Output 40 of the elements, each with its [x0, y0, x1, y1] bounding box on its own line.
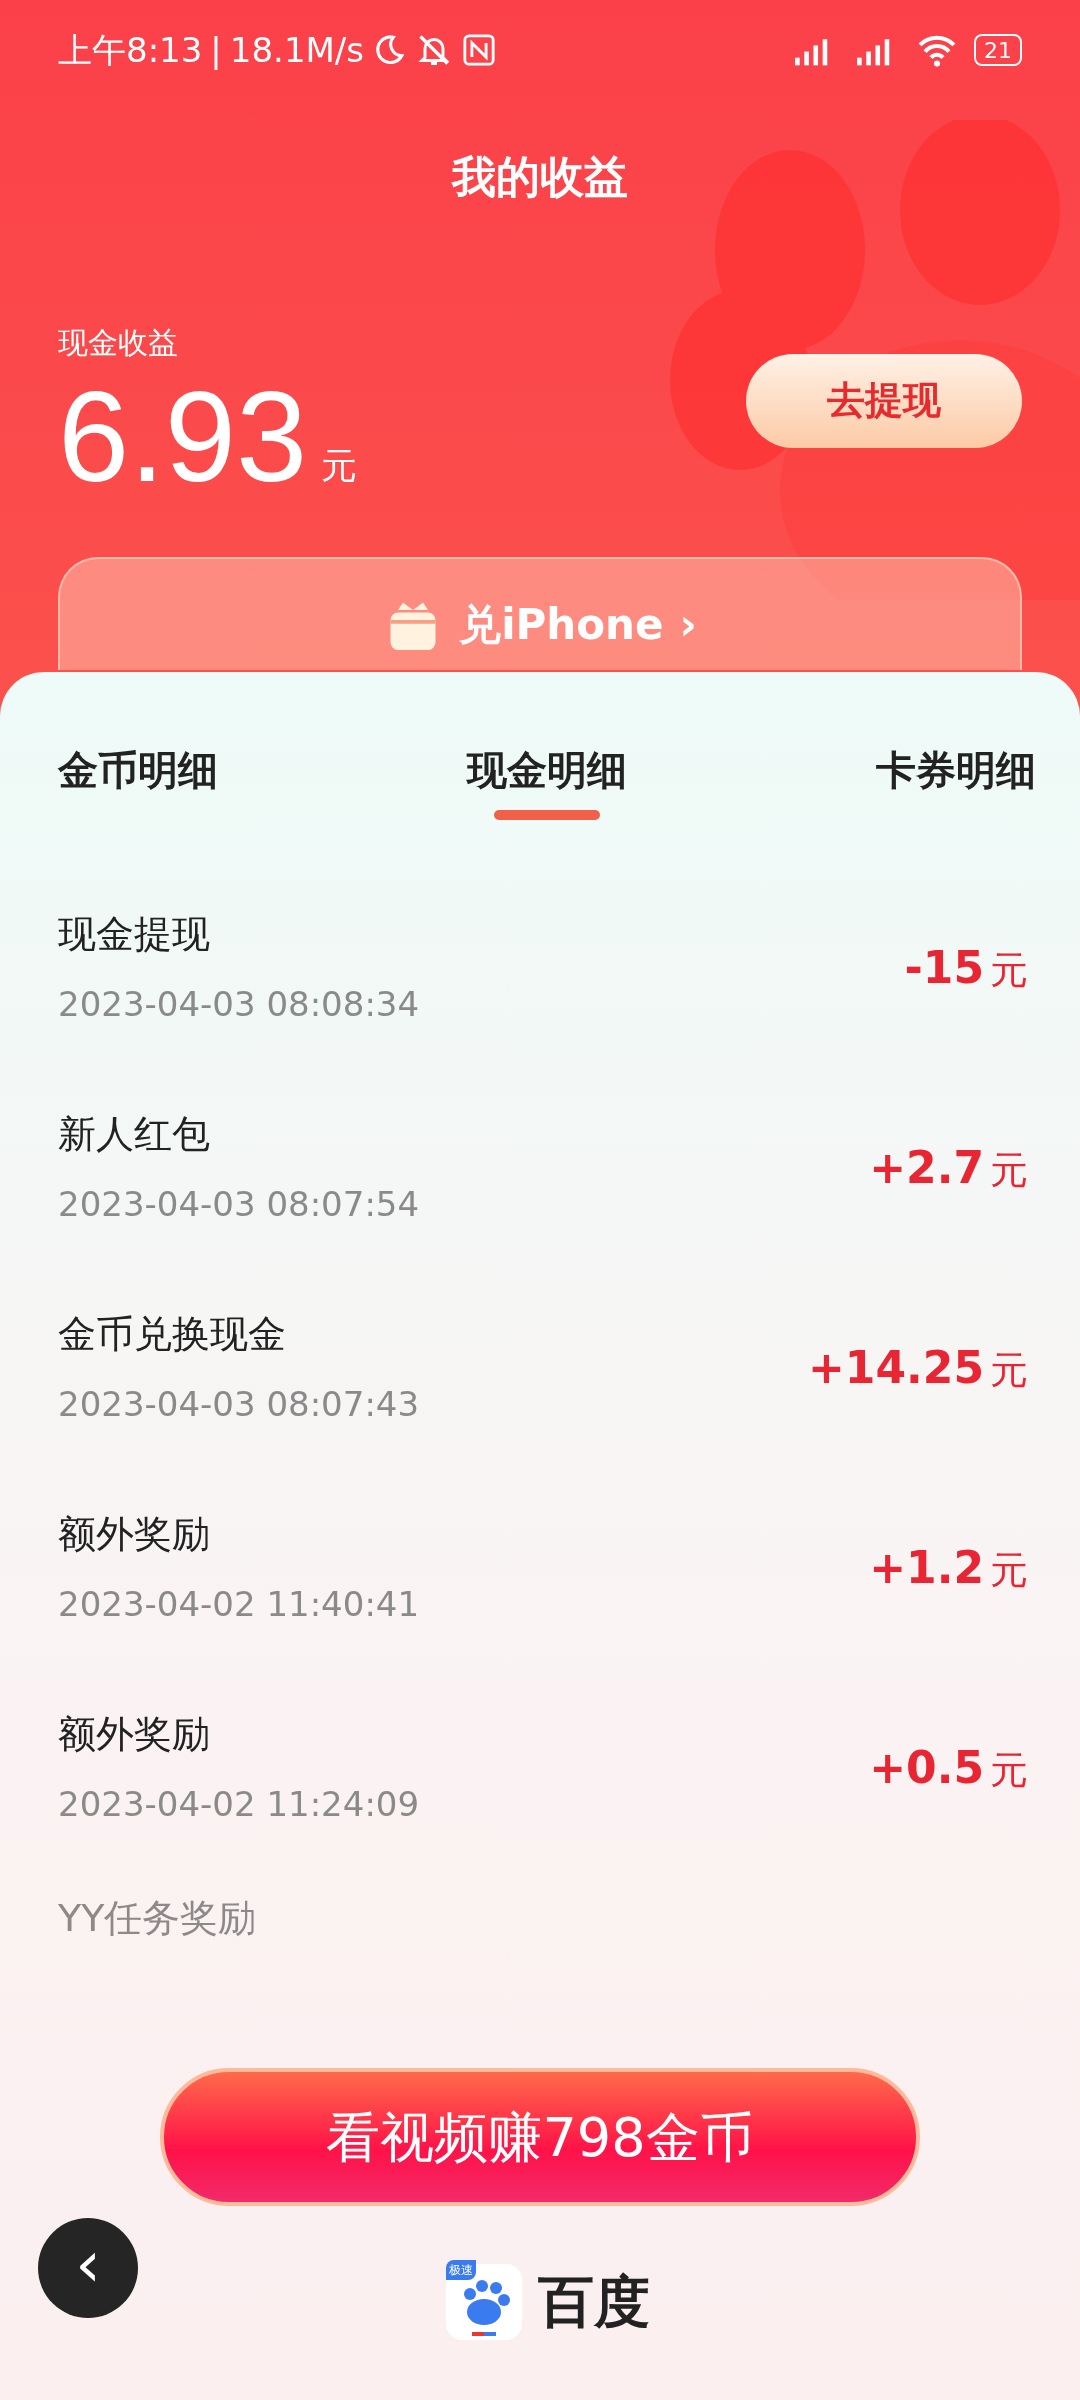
record-time: 2023-04-02 11:40:41: [58, 1583, 420, 1626]
brand-name: 百度: [538, 2268, 650, 2336]
watch-video-button[interactable]: 看视频赚798金币: [160, 2068, 920, 2206]
currency-unit: 元: [321, 444, 358, 488]
record-amount: +1.2: [869, 1541, 984, 1595]
promo-label: 兑iPhone: [459, 599, 664, 651]
network-speed: 18.1M/s: [229, 28, 365, 72]
record-time: 2023-04-03 08:08:34: [58, 983, 420, 1026]
record-title: 金币兑换现金: [58, 1311, 287, 1358]
record-time: 2023-04-02 11:24:09: [58, 1783, 420, 1826]
wifi-icon: [916, 33, 958, 67]
battery-indicator: 21: [974, 34, 1022, 66]
record-time: 2023-04-03 08:07:54: [58, 1183, 420, 1226]
chevron-text: ›: [679, 599, 697, 651]
tab[interactable]: 卡券明细: [876, 720, 1036, 820]
record-amount: +14.25: [807, 1341, 984, 1395]
record-amount: +2.7: [869, 1141, 984, 1195]
tab[interactable]: 金币明细: [58, 720, 218, 820]
status-time: 上午8:13: [58, 28, 203, 72]
logo-icon: [446, 2264, 522, 2340]
record-time: 2023-04-03 08:07:43: [58, 1383, 420, 1426]
currency-unit: 元: [990, 947, 1028, 994]
record-title: 额外奖励: [58, 1511, 211, 1558]
record-title: YY任务奖励: [58, 1894, 257, 1942]
currency-unit: 元: [990, 1747, 1028, 1794]
record-title: 新人红包: [58, 1111, 211, 1158]
nfc-icon: [462, 33, 497, 67]
separator-text: |: [210, 28, 222, 72]
record-title: 现金提现: [58, 911, 211, 958]
currency-unit: 元: [990, 1347, 1028, 1394]
earnings-label: 现金收益: [58, 324, 179, 362]
record-amount: -15: [904, 941, 984, 995]
page-title: 我的收益: [450, 150, 629, 204]
record-title: 额外奖励: [58, 1711, 211, 1758]
currency-unit: 元: [990, 1547, 1028, 1594]
earnings-amount: 6.93: [58, 373, 308, 501]
tab[interactable]: 现金明细: [467, 720, 627, 820]
logo-badge: 极速: [446, 2260, 476, 2280]
record-amount: +0.5: [869, 1741, 984, 1795]
currency-unit: 元: [990, 1147, 1028, 1194]
